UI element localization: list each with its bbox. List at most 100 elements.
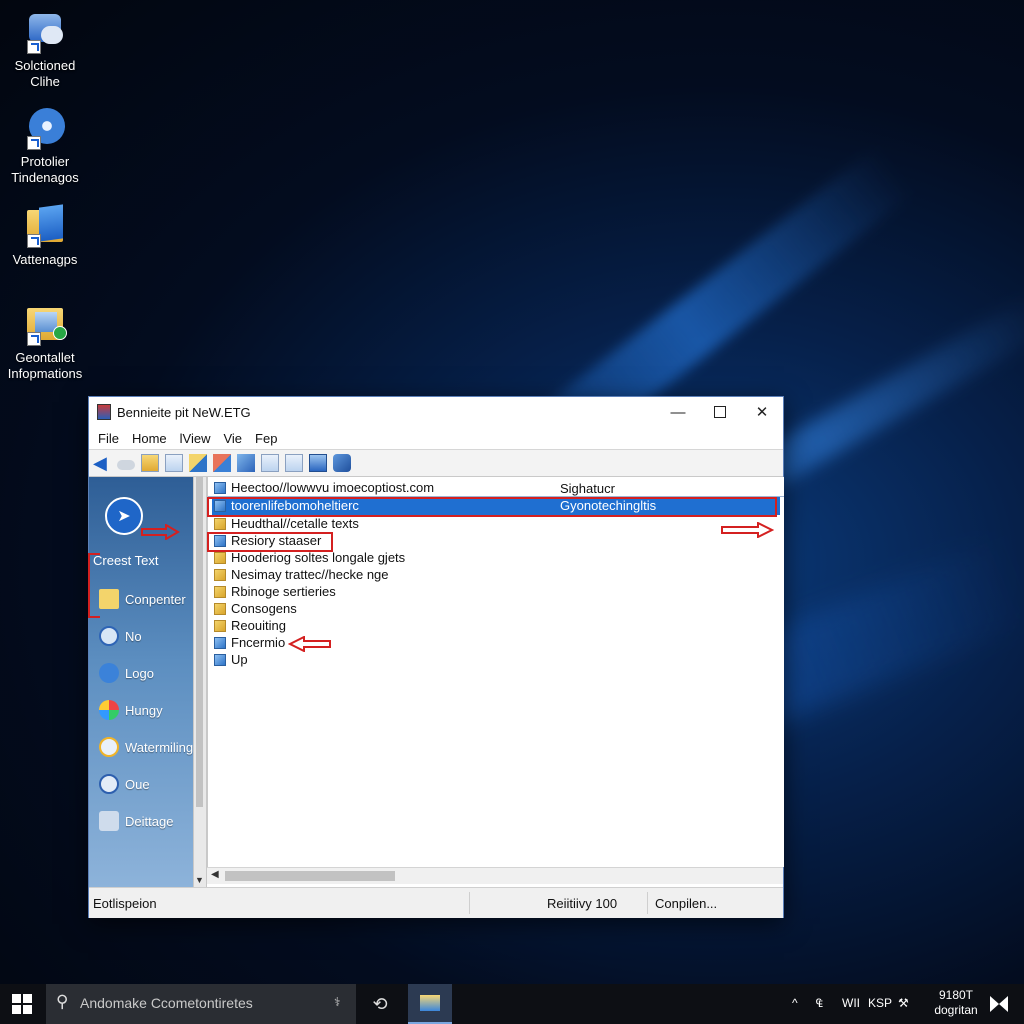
folder-icon	[214, 551, 226, 564]
menu-bar: File Home lView Vie Fep	[89, 427, 783, 449]
list-item[interactable]: Fncermio	[214, 634, 285, 651]
annotation-arrow-icon	[288, 636, 331, 652]
folder-icon	[214, 517, 226, 530]
folder-icon	[214, 619, 226, 632]
nav-item-logo[interactable]: Logo	[99, 663, 154, 683]
maximize-icon	[714, 406, 726, 418]
desktop-icon-protolier[interactable]: Protolier Tindenagos	[0, 106, 90, 186]
list-item[interactable]: Heectoo//lowwvu imoecoptiost.com	[214, 479, 434, 496]
network-icon	[23, 10, 67, 54]
folder-icon	[23, 204, 67, 248]
folder-icon	[214, 568, 226, 581]
nav-item-deittage[interactable]: Deittage	[99, 811, 173, 831]
maximize-button[interactable]	[699, 397, 741, 427]
status-left: Eotlispeion	[93, 896, 157, 911]
list-item-name: Hooderiog soltes longale gjets	[231, 550, 406, 565]
close-icon: ✕	[755, 404, 769, 421]
tray-wifi-icon[interactable]: WII	[842, 996, 860, 1010]
nav-item-label: Deittage	[125, 813, 174, 829]
document-icon[interactable]	[141, 454, 159, 472]
taskbar-search[interactable]: ⚲ Andomake Ccometontiretes ⚕	[46, 984, 356, 1024]
start-button[interactable]	[12, 994, 32, 1014]
menu-file[interactable]: File	[98, 431, 119, 446]
window-title: Bennieite pit NeW.ETG	[117, 404, 251, 420]
menu-view[interactable]: lView	[180, 431, 211, 446]
clock-date: dogritan	[934, 1003, 978, 1017]
nav-item-conpenter[interactable]: Conpenter	[99, 589, 186, 609]
logo-icon	[99, 663, 119, 683]
compass-icon[interactable]: ➤	[105, 497, 143, 535]
minimize-button[interactable]: —	[657, 397, 699, 427]
list-item-name: Rbinoge sertieries	[231, 584, 336, 599]
status-bar: Eotlispeion Reiitiivy 100 Conpilen...	[89, 887, 783, 918]
window-body: ➤ Creest Text Conpenter No Logo Hungy Wa…	[89, 477, 784, 887]
file-icon	[214, 636, 226, 649]
notification-icon[interactable]	[990, 996, 1008, 1012]
tray-tools-icon[interactable]: ⚒	[898, 996, 909, 1010]
desktop-icon-label: Tindenagos	[11, 170, 79, 185]
image-icon[interactable]	[309, 454, 327, 472]
menu-home[interactable]: Home	[132, 431, 167, 446]
horizontal-scrollbar[interactable]: ◀	[207, 867, 783, 884]
cloud-icon[interactable]	[117, 460, 135, 470]
list-item[interactable]: Reouiting	[214, 617, 286, 634]
task-view-button[interactable]: ⟲	[358, 984, 402, 1024]
desktop-icon-label: Geontallet	[15, 350, 75, 365]
nav-item-label: Hungy	[125, 702, 163, 718]
list-item[interactable]: Up	[214, 651, 248, 668]
clock-time: 9180T	[938, 988, 974, 1002]
nav-item-oue[interactable]: Oue	[99, 774, 150, 794]
nav-item-hungy[interactable]: Hungy	[99, 700, 163, 720]
title-bar[interactable]: Bennieite pit NeW.ETG — ✕	[89, 397, 783, 427]
list-item[interactable]: Heudthal//cetalle texts	[214, 515, 359, 532]
desktop-icon-label: Solctioned	[14, 58, 76, 73]
taskbar-explorer[interactable]	[408, 984, 452, 1024]
desktop-icon-vattenagps[interactable]: Vattenagps	[0, 204, 90, 268]
scroll-down-icon[interactable]: ▼	[195, 875, 204, 885]
tools-icon[interactable]	[333, 454, 351, 472]
back-arrow-icon[interactable]: ◀	[93, 454, 111, 472]
search-text: Andomake Ccometontiretes	[80, 995, 253, 1011]
folder-icon	[214, 585, 226, 598]
nav-scroll-thumb[interactable]	[196, 477, 203, 807]
scroll-left-icon[interactable]: ◀	[211, 869, 219, 880]
view-icon[interactable]	[285, 454, 303, 472]
list-item-name: Up	[231, 652, 248, 667]
edit-icon[interactable]	[165, 454, 183, 472]
status-mid: Reiitiivy 100	[547, 896, 618, 911]
desktop-icon-geontallet[interactable]: Geontallet Infopmations	[0, 302, 90, 382]
properties-icon[interactable]	[261, 454, 279, 472]
nav-item-label: Conpenter	[125, 591, 186, 607]
desktop-icon-solctioned[interactable]: Solctioned Clihe	[0, 10, 90, 90]
list-item[interactable]: Nesimay trattec//hecke nge	[214, 566, 389, 583]
desktop-icon-label: Infopmations	[7, 366, 83, 381]
column-header-signature[interactable]: Sighatucr	[560, 481, 615, 496]
tray-network-icon[interactable]: ₠	[816, 996, 823, 1010]
nav-item-label: Oue	[125, 776, 150, 792]
folder-tool-icon[interactable]	[189, 454, 207, 472]
nav-scrollbar[interactable]: ▼	[193, 477, 207, 887]
clock[interactable]: 9180T dogritan	[926, 988, 986, 1018]
folder-image-icon	[23, 302, 67, 346]
desktop-icon-label: Protolier	[20, 154, 70, 169]
paste-icon[interactable]	[237, 454, 255, 472]
tray-chevron-icon[interactable]: ^	[792, 996, 798, 1010]
list-item[interactable]: Rbinoge sertieries	[214, 583, 336, 600]
close-button[interactable]: ✕	[741, 397, 783, 427]
menu-help[interactable]: Fep	[255, 431, 277, 446]
desktop-icon-label: Clihe	[30, 74, 60, 89]
minimize-icon: —	[670, 403, 686, 421]
horizontal-scroll-thumb[interactable]	[225, 871, 395, 881]
chat-icon	[99, 737, 119, 757]
taskbar: ⚲ Andomake Ccometontiretes ⚕ ⟲ ^ ₠ WII K…	[0, 984, 1024, 1024]
tray-language-icon[interactable]: KSP	[868, 996, 892, 1010]
list-item[interactable]: Consogens	[214, 600, 297, 617]
list-item-name: Consogens	[231, 601, 297, 616]
nav-item-no[interactable]: No	[99, 626, 142, 646]
microphone-icon[interactable]: ⚕	[334, 995, 341, 1009]
copy-icon[interactable]	[213, 454, 231, 472]
explorer-window: Bennieite pit NeW.ETG — ✕ File Home lVie…	[88, 396, 784, 918]
menu-vie[interactable]: Vie	[223, 431, 242, 446]
nav-item-watermiling[interactable]: Watermiling	[99, 737, 193, 757]
colorful-icon	[99, 700, 119, 720]
